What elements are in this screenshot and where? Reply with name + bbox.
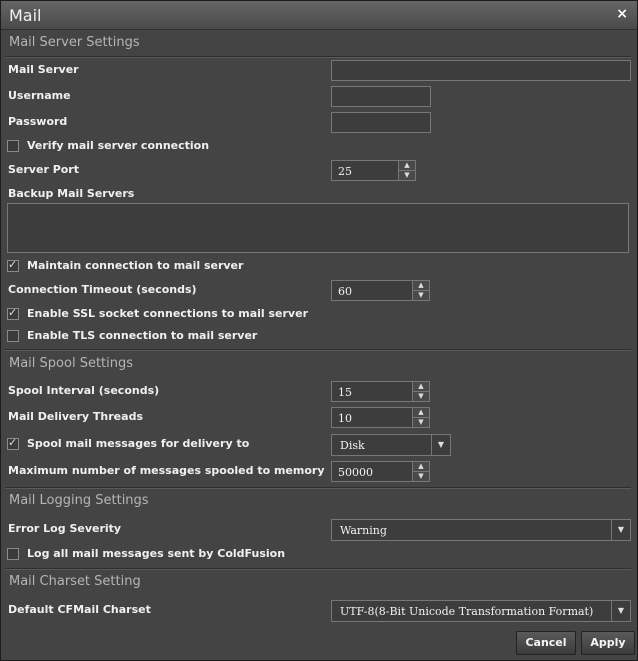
tls-label: Enable TLS connection to mail server bbox=[27, 329, 258, 342]
ssl-checkbox[interactable]: ✓ bbox=[7, 306, 19, 320]
mail-server-label: Mail Server bbox=[8, 63, 79, 76]
default-charset-value: UTF-8(8-Bit Unicode Transformation Forma… bbox=[340, 605, 594, 618]
apply-button[interactable]: Apply bbox=[581, 631, 635, 655]
username-input[interactable] bbox=[331, 86, 431, 107]
chevron-down-icon[interactable]: ▼ bbox=[611, 520, 630, 540]
maintain-connection-checkbox[interactable]: ✓ bbox=[7, 258, 19, 272]
max-spooled-input[interactable]: 50000 bbox=[331, 461, 413, 482]
section-divider bbox=[5, 56, 631, 58]
default-charset-label: Default CFMail Charset bbox=[8, 603, 151, 616]
mail-server-input[interactable] bbox=[331, 60, 631, 81]
spool-to-label: Spool mail messages for delivery to bbox=[27, 437, 250, 450]
cancel-button[interactable]: Cancel bbox=[516, 631, 576, 655]
close-icon[interactable]: × bbox=[616, 6, 628, 22]
spin-up-icon[interactable]: ▲ bbox=[413, 281, 429, 291]
spin-up-icon[interactable]: ▲ bbox=[413, 408, 429, 418]
default-charset-select[interactable]: UTF-8(8-Bit Unicode Transformation Forma… bbox=[331, 600, 631, 622]
spin-down-icon[interactable]: ▼ bbox=[399, 171, 415, 180]
dialog-title: Mail bbox=[9, 6, 42, 25]
error-log-severity-select[interactable]: Warning ▼ bbox=[331, 519, 631, 541]
ssl-label: Enable SSL socket connections to mail se… bbox=[27, 307, 308, 320]
spool-interval-label: Spool Interval (seconds) bbox=[8, 384, 160, 397]
spool-to-checkbox[interactable]: ✓ bbox=[7, 436, 19, 450]
spin-down-icon[interactable]: ▼ bbox=[413, 291, 429, 300]
password-label: Password bbox=[8, 115, 68, 128]
max-spooled-stepper[interactable]: ▲ ▼ bbox=[412, 461, 430, 482]
delivery-threads-input[interactable]: 10 bbox=[331, 407, 413, 428]
log-all-label: Log all mail messages sent by ColdFusion bbox=[27, 547, 286, 560]
server-port-stepper[interactable]: ▲ ▼ bbox=[398, 160, 416, 181]
max-spooled-label: Maximum number of messages spooled to me… bbox=[8, 464, 325, 477]
chevron-down-icon[interactable]: ▼ bbox=[431, 435, 450, 455]
spin-up-icon[interactable]: ▲ bbox=[413, 462, 429, 472]
connection-timeout-stepper[interactable]: ▲ ▼ bbox=[412, 280, 430, 301]
checkmark-icon: ✓ bbox=[8, 436, 18, 449]
section-divider bbox=[5, 568, 631, 570]
spin-down-icon[interactable]: ▼ bbox=[413, 472, 429, 481]
mail-dialog: Mail × Mail Server Settings Mail Server … bbox=[0, 0, 638, 661]
section-mail-spool: Mail Spool Settings bbox=[9, 356, 134, 371]
server-port-label: Server Port bbox=[8, 163, 79, 176]
checkmark-icon: ✓ bbox=[8, 306, 18, 319]
username-label: Username bbox=[8, 89, 71, 102]
error-log-severity-value: Warning bbox=[340, 524, 387, 537]
chevron-down-icon[interactable]: ▼ bbox=[611, 601, 630, 621]
verify-checkbox[interactable] bbox=[7, 140, 19, 152]
connection-timeout-label: Connection Timeout (seconds) bbox=[8, 283, 197, 296]
section-mail-charset: Mail Charset Setting bbox=[9, 574, 141, 589]
spool-interval-input[interactable]: 15 bbox=[331, 381, 413, 402]
section-divider bbox=[5, 349, 631, 351]
spin-down-icon[interactable]: ▼ bbox=[413, 392, 429, 401]
backup-servers-textarea[interactable] bbox=[7, 203, 629, 253]
spin-up-icon[interactable]: ▲ bbox=[399, 161, 415, 171]
backup-servers-label: Backup Mail Servers bbox=[8, 187, 135, 200]
spool-interval-stepper[interactable]: ▲ ▼ bbox=[412, 381, 430, 402]
spool-to-select[interactable]: Disk ▼ bbox=[331, 434, 451, 456]
log-all-checkbox[interactable] bbox=[7, 548, 19, 560]
section-mail-logging: Mail Logging Settings bbox=[9, 493, 149, 508]
spin-up-icon[interactable]: ▲ bbox=[413, 382, 429, 392]
delivery-threads-label: Mail Delivery Threads bbox=[8, 410, 143, 423]
spin-down-icon[interactable]: ▼ bbox=[413, 418, 429, 427]
connection-timeout-input[interactable]: 60 bbox=[331, 280, 413, 301]
password-input[interactable] bbox=[331, 112, 431, 133]
checkmark-icon: ✓ bbox=[8, 258, 18, 271]
section-divider bbox=[5, 487, 631, 489]
verify-label: Verify mail server connection bbox=[27, 139, 210, 152]
delivery-threads-stepper[interactable]: ▲ ▼ bbox=[412, 407, 430, 428]
tls-checkbox[interactable] bbox=[7, 330, 19, 342]
maintain-connection-label: Maintain connection to mail server bbox=[27, 259, 244, 272]
server-port-input[interactable]: 25 bbox=[331, 160, 399, 181]
section-mail-server: Mail Server Settings bbox=[9, 35, 140, 50]
error-log-severity-label: Error Log Severity bbox=[8, 522, 122, 535]
title-bar: Mail × bbox=[1, 1, 637, 30]
spool-to-value: Disk bbox=[340, 439, 365, 452]
